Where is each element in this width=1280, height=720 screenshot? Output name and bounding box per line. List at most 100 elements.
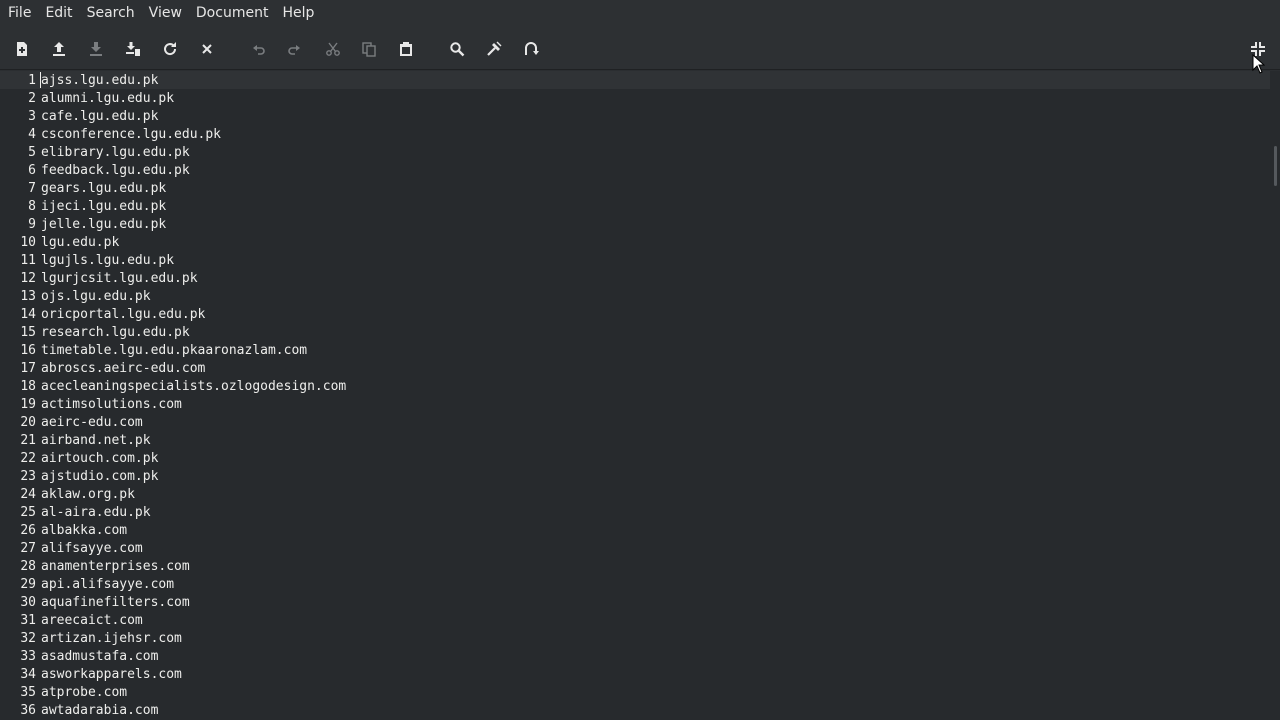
editor-line[interactable]: 33 asadmustafa.com bbox=[0, 647, 346, 665]
menu-search[interactable]: Search bbox=[80, 0, 142, 27]
line-text[interactable]: areecaict.com bbox=[41, 613, 143, 628]
line-text[interactable]: ojs.lgu.edu.pk bbox=[41, 289, 151, 304]
line-text[interactable]: anamenterprises.com bbox=[41, 559, 190, 574]
find-button[interactable] bbox=[446, 38, 468, 60]
line-text[interactable]: lgujls.lgu.edu.pk bbox=[41, 253, 174, 268]
editor-line[interactable]: 22 airtouch.com.pk bbox=[0, 449, 346, 467]
editor-line[interactable]: 13 ojs.lgu.edu.pk bbox=[0, 287, 346, 305]
line-text[interactable]: api.alifsayye.com bbox=[41, 577, 174, 592]
editor-line[interactable]: 1 ajss.lgu.edu.pk bbox=[0, 71, 346, 89]
line-text[interactable]: timetable.lgu.edu.pkaaronazlam.com bbox=[41, 343, 307, 358]
line-text[interactable]: gears.lgu.edu.pk bbox=[41, 181, 166, 196]
editor-line[interactable]: 27 alifsayye.com bbox=[0, 539, 346, 557]
editor-line[interactable]: 25 al-aira.edu.pk bbox=[0, 503, 346, 521]
open-button[interactable] bbox=[48, 38, 70, 60]
editor-line[interactable]: 2 alumni.lgu.edu.pk bbox=[0, 89, 346, 107]
line-text[interactable]: cafe.lgu.edu.pk bbox=[41, 109, 158, 124]
vertical-scrollbar[interactable] bbox=[1274, 146, 1277, 186]
line-text[interactable]: research.lgu.edu.pk bbox=[41, 325, 190, 340]
editor-line[interactable]: 9 jelle.lgu.edu.pk bbox=[0, 215, 346, 233]
editor-line[interactable]: 3 cafe.lgu.edu.pk bbox=[0, 107, 346, 125]
editor-line[interactable]: 32 artizan.ijehsr.com bbox=[0, 629, 346, 647]
goto-icon bbox=[525, 42, 539, 55]
line-number: 31 bbox=[20, 612, 36, 628]
line-text[interactable]: ijeci.lgu.edu.pk bbox=[41, 199, 166, 214]
line-number: 14 bbox=[20, 306, 36, 322]
editor-line[interactable]: 10 lgu.edu.pk bbox=[0, 233, 346, 251]
editor-line[interactable]: 6 feedback.lgu.edu.pk bbox=[0, 161, 346, 179]
goto-button[interactable] bbox=[520, 38, 542, 60]
menu-help[interactable]: Help bbox=[275, 0, 321, 27]
copy-button[interactable] bbox=[358, 38, 380, 60]
editor-line[interactable]: 20 aeirc-edu.com bbox=[0, 413, 346, 431]
new-document-button[interactable] bbox=[11, 38, 33, 60]
line-text[interactable]: oricportal.lgu.edu.pk bbox=[41, 307, 205, 322]
editor-line[interactable]: 12 lgurjcsit.lgu.edu.pk bbox=[0, 269, 346, 287]
editor-line[interactable]: 24 aklaw.org.pk bbox=[0, 485, 346, 503]
editor-line[interactable]: 30 aquafinefilters.com bbox=[0, 593, 346, 611]
replace-button[interactable] bbox=[483, 38, 505, 60]
line-text[interactable]: albakka.com bbox=[41, 523, 127, 538]
editor-line[interactable]: 19 actimsolutions.com bbox=[0, 395, 346, 413]
reload-button[interactable] bbox=[159, 38, 181, 60]
editor-line[interactable]: 16 timetable.lgu.edu.pkaaronazlam.com bbox=[0, 341, 346, 359]
save-download-icon bbox=[90, 42, 102, 56]
menu-view[interactable]: View bbox=[142, 0, 189, 27]
editor-line[interactable]: 15 research.lgu.edu.pk bbox=[0, 323, 346, 341]
redo-button[interactable] bbox=[283, 38, 305, 60]
line-text[interactable]: asadmustafa.com bbox=[41, 649, 158, 664]
line-text[interactable]: awtadarabia.com bbox=[41, 703, 158, 718]
editor-line[interactable]: 17 abroscs.aeirc-edu.com bbox=[0, 359, 346, 377]
line-text[interactable]: alifsayye.com bbox=[41, 541, 143, 556]
toolbar bbox=[0, 27, 1280, 70]
editor-line[interactable]: 28 anamenterprises.com bbox=[0, 557, 346, 575]
line-text[interactable]: actimsolutions.com bbox=[41, 397, 182, 412]
line-text[interactable]: lgu.edu.pk bbox=[41, 235, 119, 250]
line-text[interactable]: ajstudio.com.pk bbox=[41, 469, 158, 484]
line-text[interactable]: feedback.lgu.edu.pk bbox=[41, 163, 190, 178]
editor-line[interactable]: 35 atprobe.com bbox=[0, 683, 346, 701]
line-text[interactable]: acecleaningspecialists.ozlogodesign.com bbox=[41, 379, 346, 394]
editor-line[interactable]: 21 airband.net.pk bbox=[0, 431, 346, 449]
save-as-button[interactable] bbox=[122, 38, 144, 60]
editor-line[interactable]: 36 awtadarabia.com bbox=[0, 701, 346, 719]
editor-line[interactable]: 29 api.alifsayye.com bbox=[0, 575, 346, 593]
editor-line[interactable]: 8 ijeci.lgu.edu.pk bbox=[0, 197, 346, 215]
editor-line[interactable]: 14 oricportal.lgu.edu.pk bbox=[0, 305, 346, 323]
editor-line[interactable]: 26 albakka.com bbox=[0, 521, 346, 539]
line-text[interactable]: airtouch.com.pk bbox=[41, 451, 158, 466]
undo-button[interactable] bbox=[248, 38, 270, 60]
line-text[interactable]: csconference.lgu.edu.pk bbox=[41, 127, 221, 142]
line-text[interactable]: elibrary.lgu.edu.pk bbox=[41, 145, 190, 160]
line-number: 24 bbox=[20, 486, 36, 502]
editor-line[interactable]: 31 areecaict.com bbox=[0, 611, 346, 629]
line-text[interactable]: jelle.lgu.edu.pk bbox=[41, 217, 166, 232]
menu-document[interactable]: Document bbox=[189, 0, 276, 27]
paste-button[interactable] bbox=[395, 38, 417, 60]
editor-line[interactable]: 5 elibrary.lgu.edu.pk bbox=[0, 143, 346, 161]
text-editor[interactable]: 1 ajss.lgu.edu.pk 2 alumni.lgu.edu.pk 3 cafe.… bbox=[0, 71, 1280, 720]
menu-edit[interactable]: Edit bbox=[38, 0, 79, 27]
save-button[interactable] bbox=[85, 38, 107, 60]
editor-line[interactable]: 7 gears.lgu.edu.pk bbox=[0, 179, 346, 197]
editor-line[interactable]: 34 asworkapparels.com bbox=[0, 665, 346, 683]
line-text[interactable]: aeirc-edu.com bbox=[41, 415, 143, 430]
line-text[interactable]: alumni.lgu.edu.pk bbox=[41, 91, 174, 106]
line-text[interactable]: al-aira.edu.pk bbox=[41, 505, 151, 520]
editor-line[interactable]: 11 lgujls.lgu.edu.pk bbox=[0, 251, 346, 269]
editor-line[interactable]: 18 acecleaningspecialists.ozlogodesign.co… bbox=[0, 377, 346, 395]
line-text[interactable]: artizan.ijehsr.com bbox=[41, 631, 182, 646]
line-text[interactable]: aquafinefilters.com bbox=[41, 595, 190, 610]
menu-file[interactable]: File bbox=[1, 0, 38, 27]
editor-line[interactable]: 4 csconference.lgu.edu.pk bbox=[0, 125, 346, 143]
line-text[interactable]: ajss.lgu.edu.pk bbox=[41, 73, 158, 88]
close-button[interactable] bbox=[196, 38, 218, 60]
line-text[interactable]: abroscs.aeirc-edu.com bbox=[41, 361, 205, 376]
editor-line[interactable]: 23 ajstudio.com.pk bbox=[0, 467, 346, 485]
line-text[interactable]: aklaw.org.pk bbox=[41, 487, 135, 502]
line-text[interactable]: asworkapparels.com bbox=[41, 667, 182, 682]
cut-button[interactable] bbox=[322, 38, 344, 60]
line-text[interactable]: atprobe.com bbox=[41, 685, 127, 700]
line-text[interactable]: airband.net.pk bbox=[41, 433, 151, 448]
line-text[interactable]: lgurjcsit.lgu.edu.pk bbox=[41, 271, 198, 286]
